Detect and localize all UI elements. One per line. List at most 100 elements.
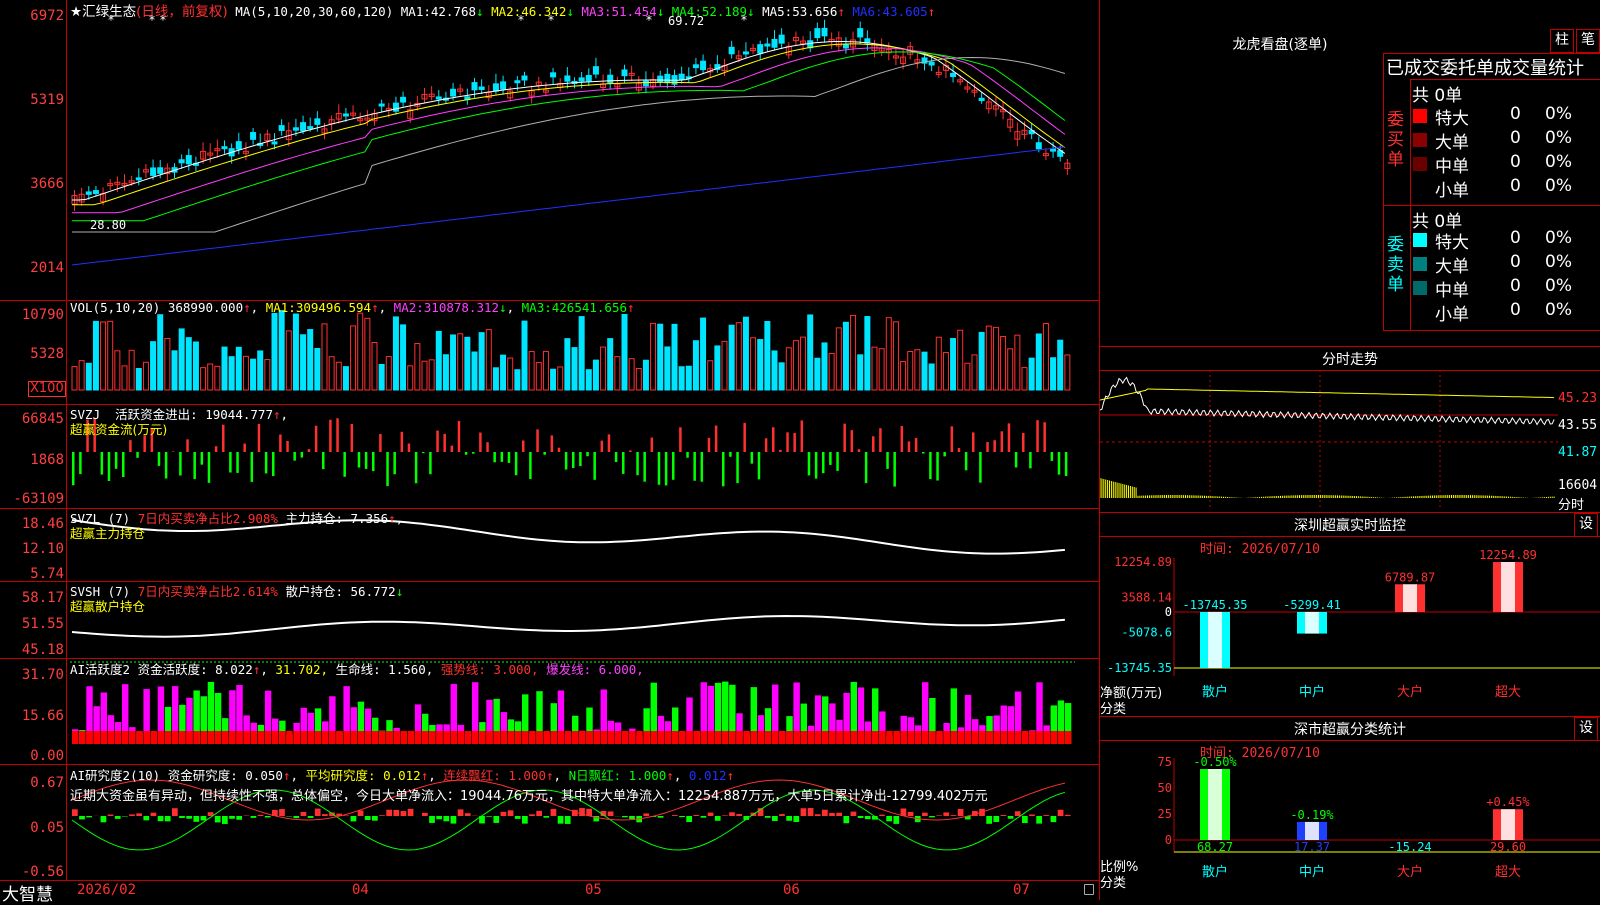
intraday-tick: 43.55 — [1558, 418, 1597, 433]
category-label: 大户 — [1397, 864, 1423, 880]
research-bar — [772, 816, 778, 821]
change-label: -0.19% — [1290, 808, 1334, 822]
research-bar — [279, 809, 285, 816]
flow-bar — [743, 423, 746, 452]
ma2-value: 46.342 — [521, 4, 566, 19]
activity-base — [108, 731, 114, 744]
buy-row-swatch — [1413, 109, 1427, 123]
ma1-label: MA1: — [401, 4, 431, 19]
research-bar — [86, 816, 92, 817]
activity-base — [922, 731, 928, 744]
activity-base — [801, 731, 807, 744]
activity-base — [472, 731, 478, 744]
candle — [772, 39, 777, 47]
activity-base — [786, 731, 792, 744]
candle — [343, 114, 348, 116]
flow-bar — [665, 452, 668, 485]
flow-bar — [615, 452, 618, 462]
flow-bar — [936, 452, 939, 481]
x-tick: 04 — [352, 882, 369, 898]
volume-bar — [236, 347, 241, 390]
flow-bar — [558, 448, 561, 452]
research-bar — [429, 816, 435, 823]
research-bar — [908, 812, 914, 816]
activity-base — [886, 731, 892, 744]
activity-base — [693, 731, 699, 744]
change-label: -0.50% — [1193, 755, 1237, 769]
vol-header: VOL(5,10,20) 368990.000↑, MA1:309496.594… — [70, 300, 635, 315]
flow-bar — [472, 452, 475, 454]
value-label: 29.60 — [1490, 840, 1526, 854]
flow-bar — [893, 452, 896, 487]
flow-bar — [1036, 420, 1039, 452]
flow-bar — [372, 452, 375, 471]
activity-base — [972, 731, 978, 744]
research-bar — [843, 816, 849, 823]
flow-bar — [986, 442, 989, 452]
activity-base — [501, 731, 507, 744]
research-bar — [229, 816, 235, 819]
flow-bar — [565, 452, 568, 470]
activity-base — [172, 731, 178, 744]
candle — [658, 76, 663, 82]
sell-row-pct: 0% — [1545, 276, 1572, 296]
volume-bar — [986, 326, 991, 390]
flow-bar — [393, 452, 396, 474]
volume-bar — [1029, 358, 1034, 390]
ai2-header: AI研究度2(10) 资金研究度: 0.050↑, 平均研究度: 0.012↑,… — [70, 765, 734, 784]
volume-bar — [258, 351, 263, 390]
volume-bar — [929, 364, 934, 390]
flow-bar — [386, 452, 389, 486]
lock-icon[interactable] — [1084, 884, 1094, 895]
activity-base — [329, 731, 335, 744]
sz-xlabel: 分类 — [1100, 698, 1126, 717]
flow-bar — [686, 452, 689, 458]
activity-base — [858, 731, 864, 744]
volume-bar — [201, 368, 206, 390]
research-bar — [1058, 810, 1064, 816]
research-bar — [879, 815, 885, 816]
activity-base — [743, 731, 749, 744]
tick-mode-button[interactable]: 笔 — [1576, 29, 1600, 53]
volume-bar — [572, 348, 577, 390]
volume-unit[interactable]: X100 — [28, 381, 66, 397]
ma1-arrow: ↓ — [476, 4, 484, 19]
flow-bar — [1001, 431, 1004, 452]
kline-area[interactable]: ★汇绿生态(日线，前复权) MA(5,10,20,30,60,120) MA1:… — [0, 0, 1100, 900]
ma5-arrow: ↑ — [837, 4, 845, 19]
flow-bar — [479, 433, 482, 452]
candle — [272, 142, 277, 144]
sz-settings-button[interactable]: 设 — [1574, 513, 1598, 537]
activity-base — [601, 731, 607, 744]
flow-bar — [329, 420, 332, 452]
candle — [929, 62, 934, 65]
activity-base — [322, 731, 328, 744]
activity-base — [351, 731, 357, 744]
volume-bar — [886, 318, 891, 390]
research-bar — [608, 811, 614, 816]
activity-base — [1015, 731, 1021, 744]
activity-base — [115, 731, 121, 744]
flow-bar — [943, 452, 946, 456]
candle — [765, 44, 770, 46]
activity-base — [458, 731, 464, 744]
flow-bar — [493, 452, 496, 462]
research-bar — [786, 816, 792, 821]
volume-bar — [229, 357, 234, 390]
activity-base — [1036, 731, 1042, 744]
flow-bar — [951, 426, 954, 452]
bar-mode-button[interactable]: 柱 — [1550, 29, 1574, 53]
y-tick: 10790 — [0, 307, 64, 323]
volume-bar — [443, 355, 448, 390]
candle — [151, 168, 156, 175]
candle — [1036, 143, 1041, 149]
volume-bar — [865, 317, 870, 390]
y-tick: 1868 — [0, 452, 64, 468]
volume-bar — [429, 360, 434, 390]
flow-bar — [886, 452, 889, 469]
right-panel: 龙虎看盘(逐单) 柱 笔 已成交委托单成交量统计 委买单 委卖单 共 0单 共 … — [1100, 0, 1600, 900]
flow-bar — [443, 434, 446, 452]
intraday-tick: 41.87 — [1558, 445, 1597, 460]
research-bar — [929, 816, 935, 817]
cls-settings-button[interactable]: 设 — [1574, 717, 1598, 741]
